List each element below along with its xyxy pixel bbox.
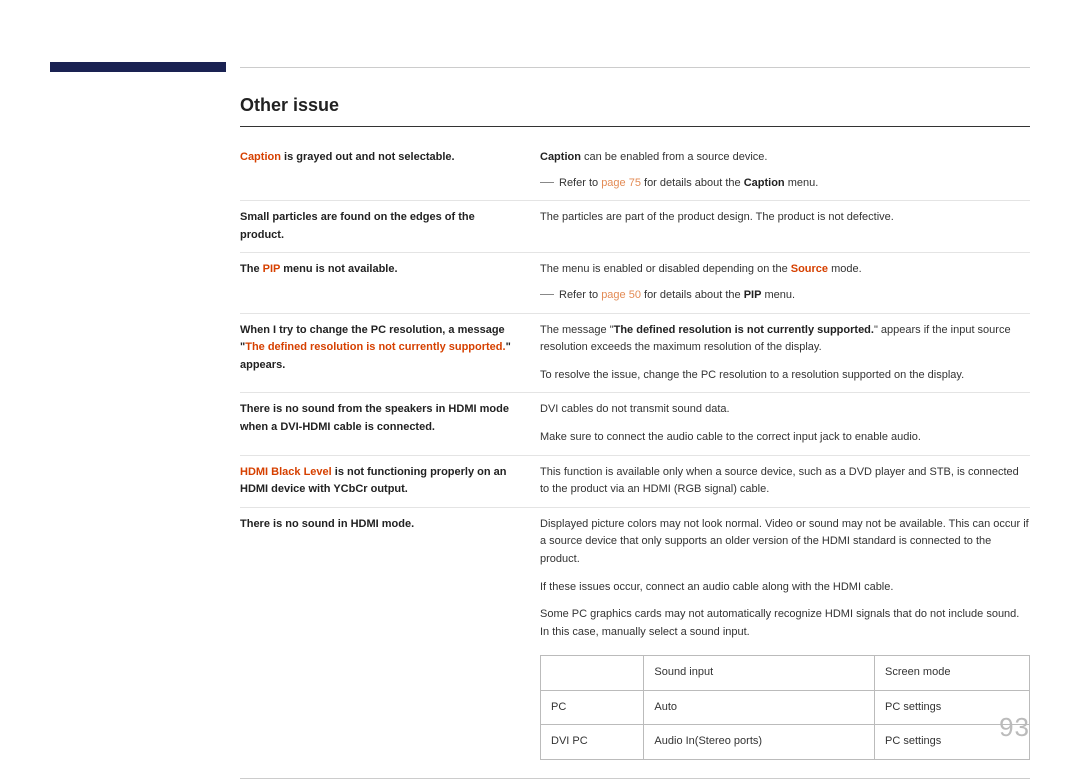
table-cell: DVI PC	[541, 725, 644, 760]
table-header-cell: Sound input	[644, 656, 875, 691]
page-number: 93	[999, 712, 1030, 743]
sound-input-table: Sound inputScreen modePCAutoPC settingsD…	[540, 655, 1030, 760]
table-header-cell	[541, 656, 644, 691]
page-link[interactable]: page 50	[601, 289, 641, 301]
table-cell: Audio In(Stereo ports)	[644, 725, 875, 760]
table-row: PCAutoPC settings	[541, 690, 1030, 725]
reference-note: Refer to page 75 for details about the C…	[540, 175, 1030, 193]
issue-label: HDMI Black Level is not functioning prop…	[240, 464, 540, 499]
issue-description: Displayed picture colors may not look no…	[540, 516, 1030, 760]
issue-description: The particles are part of the product de…	[540, 209, 1030, 244]
page-link[interactable]: page 75	[601, 177, 641, 189]
reference-note: Refer to page 50 for details about the P…	[540, 287, 1030, 305]
issue-row: There is no sound from the speakers in H…	[240, 393, 1030, 455]
issue-row: Caption is grayed out and not selectable…	[240, 141, 1030, 201]
issue-description: Caption can be enabled from a source dev…	[540, 149, 1030, 192]
section-rule	[240, 126, 1030, 127]
table-cell: Auto	[644, 690, 875, 725]
issue-description: The menu is enabled or disabled dependin…	[540, 261, 1030, 304]
page-tab-accent	[50, 62, 226, 72]
issue-label: There is no sound from the speakers in H…	[240, 401, 540, 446]
issue-label: There is no sound in HDMI mode.	[240, 516, 540, 760]
section-title: Other issue	[240, 95, 1030, 116]
issue-label: The PIP menu is not available.	[240, 261, 540, 304]
issue-row: When I try to change the PC resolution, …	[240, 314, 1030, 394]
table-row: DVI PCAudio In(Stereo ports)PC settings	[541, 725, 1030, 760]
issue-label: Small particles are found on the edges o…	[240, 209, 540, 244]
note-dash-icon	[540, 294, 554, 295]
issue-label: Caption is grayed out and not selectable…	[240, 149, 540, 192]
issue-description: The message "The defined resolution is n…	[540, 322, 1030, 385]
issue-row: There is no sound in HDMI mode.Displayed…	[240, 508, 1030, 768]
table-cell: PC	[541, 690, 644, 725]
table-header-cell: Screen mode	[875, 656, 1030, 691]
issue-description: This function is available only when a s…	[540, 464, 1030, 499]
issue-description: DVI cables do not transmit sound data.Ma…	[540, 401, 1030, 446]
issue-row: Small particles are found on the edges o…	[240, 201, 1030, 253]
header-rule	[240, 67, 1030, 68]
issue-row: The PIP menu is not available.The menu i…	[240, 253, 1030, 313]
note-dash-icon	[540, 182, 554, 183]
main-content: Other issue Caption is grayed out and no…	[240, 95, 1030, 779]
issue-row: HDMI Black Level is not functioning prop…	[240, 456, 1030, 508]
issue-label: When I try to change the PC resolution, …	[240, 322, 540, 385]
